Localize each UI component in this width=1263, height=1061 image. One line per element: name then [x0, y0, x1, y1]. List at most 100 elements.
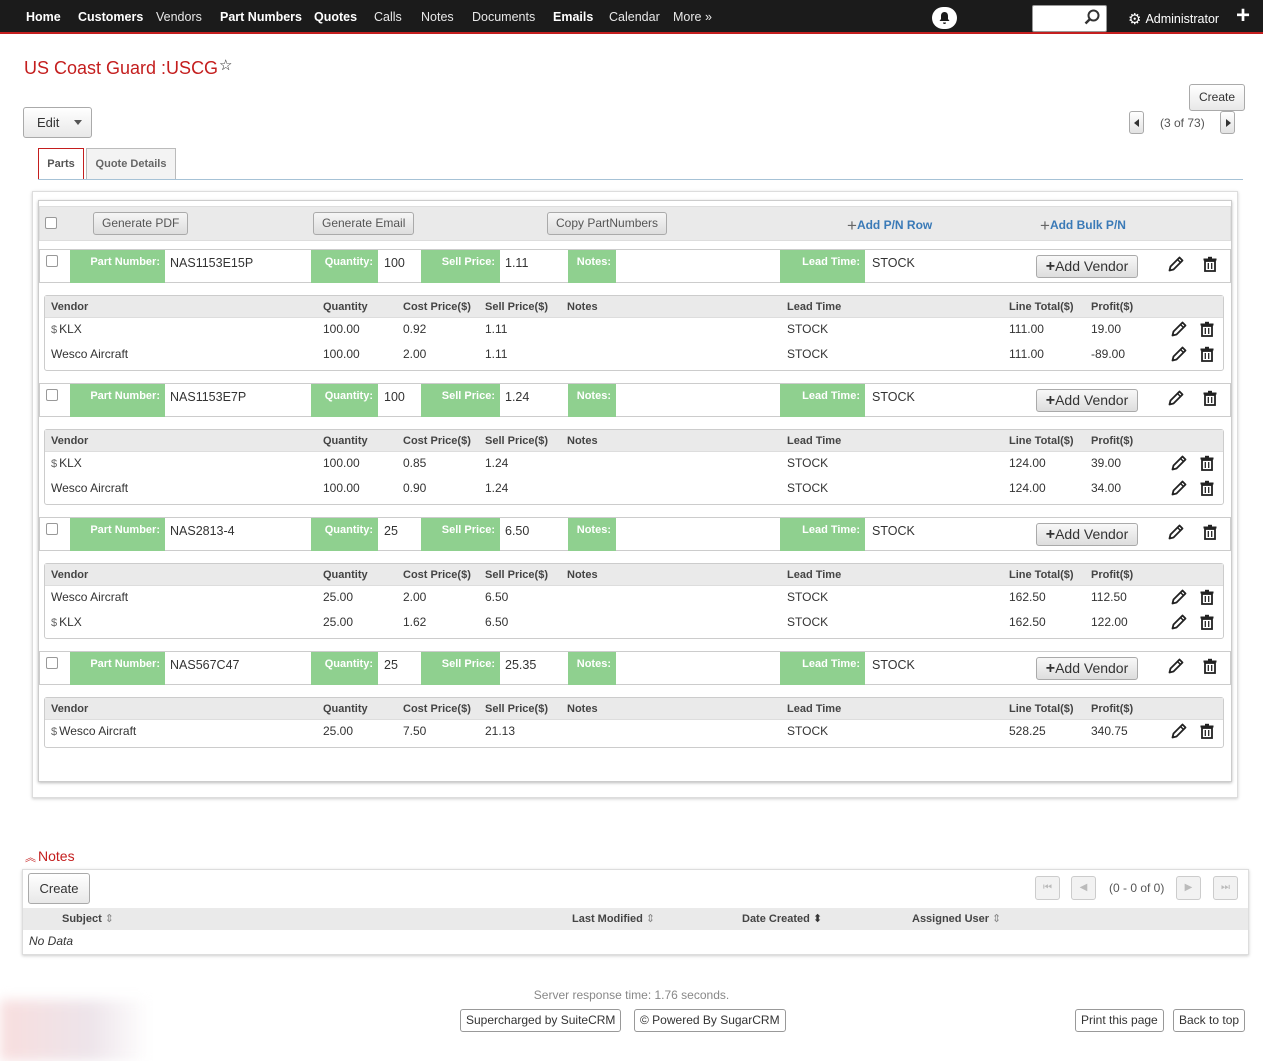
notes-create-button[interactable]: Create	[28, 873, 90, 904]
column-subject[interactable]: Subject ⇕	[62, 912, 114, 925]
edit-pencil-icon[interactable]	[1168, 524, 1184, 540]
nav-vendors[interactable]: Vendors	[156, 10, 202, 24]
edit-pencil-icon[interactable]	[1171, 346, 1187, 362]
nav-quotes[interactable]: Quotes	[314, 10, 357, 24]
edit-pencil-icon[interactable]	[1171, 589, 1187, 605]
nav-calls[interactable]: Calls	[374, 10, 402, 24]
first-page-button[interactable]: ⏮	[1035, 876, 1060, 900]
vendor-col-header: Lead Time	[787, 435, 842, 447]
nav-part-numbers[interactable]: Part Numbers	[220, 10, 302, 24]
add-vendor-button[interactable]: +Add Vendor	[1036, 523, 1138, 546]
nav-calendar[interactable]: Calendar	[609, 10, 660, 24]
edit-pencil-icon[interactable]	[1171, 321, 1187, 337]
part-row-checkbox[interactable]	[46, 389, 58, 401]
delete-trash-icon[interactable]	[1199, 480, 1215, 496]
add-bulk-pn-link[interactable]: +Add Bulk P/N	[1040, 216, 1126, 236]
column-last-modified[interactable]: Last Modified ⇕	[572, 912, 655, 925]
edit-pencil-icon[interactable]	[1168, 658, 1184, 674]
last-page-button[interactable]: ⏭	[1213, 876, 1238, 900]
quick-create-plus-icon[interactable]: +	[1236, 4, 1250, 28]
favorite-star-icon[interactable]: ☆	[219, 56, 232, 74]
generate-pdf-button[interactable]: Generate PDF	[93, 212, 189, 235]
search-icon[interactable]	[1084, 9, 1100, 29]
previous-record-button[interactable]	[1129, 111, 1144, 134]
user-menu[interactable]: ⚙ Administrator	[1128, 10, 1219, 28]
select-all-checkbox[interactable]	[45, 217, 57, 229]
nav-emails[interactable]: Emails	[553, 10, 593, 24]
vendor-cell-lead-time: STOCK	[787, 347, 828, 361]
vendor-col-header: Lead Time	[787, 569, 842, 581]
add-vendor-button[interactable]: +Add Vendor	[1036, 255, 1138, 278]
column-assigned-user[interactable]: Assigned User ⇕	[912, 912, 1001, 925]
vendor-lead-time-text: STOCK	[787, 322, 829, 336]
next-record-button[interactable]	[1220, 111, 1235, 134]
part-part-number-value: NAS1153E15P	[170, 256, 254, 270]
vendor-col-header: Lead Time	[787, 703, 842, 715]
edit-pencil-icon[interactable]	[1171, 455, 1187, 471]
vendor-col-header: Cost Price($)	[403, 435, 471, 447]
edit-pencil-icon[interactable]	[1168, 390, 1184, 406]
nav-more[interactable]: More »	[673, 10, 712, 24]
part-row-checkbox[interactable]	[46, 523, 58, 535]
delete-trash-icon[interactable]	[1202, 524, 1218, 540]
delete-trash-icon[interactable]	[1199, 614, 1215, 630]
vendor-line-total-text: 124.00	[1009, 481, 1046, 495]
edit-pencil-icon[interactable]	[1171, 480, 1187, 496]
nav-documents[interactable]: Documents	[472, 10, 535, 24]
delete-trash-icon[interactable]	[1199, 723, 1215, 739]
edit-pencil-icon[interactable]	[1168, 256, 1184, 272]
vendor-cell-lead-time: STOCK	[787, 590, 828, 604]
suitecrm-link[interactable]: Supercharged by SuiteCRM	[460, 1009, 622, 1032]
delete-trash-icon[interactable]	[1199, 346, 1215, 362]
vendor-cell-line-total: 162.50	[1009, 615, 1046, 629]
next-page-button[interactable]: ▶	[1176, 876, 1201, 900]
part-quantity-value: 100	[384, 256, 405, 270]
vendor-col-header: Profit($)	[1091, 301, 1134, 313]
tab-quote-details[interactable]: Quote Details	[86, 148, 176, 180]
copy-partnumbers-button[interactable]: Copy PartNumbers	[547, 212, 668, 235]
sort-icon: ⇕	[645, 913, 656, 925]
add-vendor-button[interactable]: +Add Vendor	[1036, 389, 1138, 412]
blurred-logo	[0, 1000, 150, 1061]
plus-icon: +	[1040, 216, 1050, 235]
print-page-button[interactable]: Print this page	[1075, 1009, 1164, 1032]
delete-trash-icon[interactable]	[1199, 455, 1215, 471]
search-input[interactable]	[1032, 5, 1107, 32]
vendor-cell-quantity: 25.00	[323, 590, 353, 604]
nav-customers[interactable]: Customers	[78, 10, 143, 24]
part-row-checkbox[interactable]	[46, 255, 58, 267]
nav-notes[interactable]: Notes	[421, 10, 454, 24]
delete-trash-icon[interactable]	[1199, 589, 1215, 605]
vendor-col-header: Quantity	[323, 301, 368, 313]
part-row-checkbox[interactable]	[46, 657, 58, 669]
vendor-vendor-text: KLX	[59, 615, 82, 629]
nav-home[interactable]: Home	[26, 10, 61, 24]
notification-bell-icon[interactable]	[932, 7, 957, 29]
generate-email-button[interactable]: Generate Email	[313, 212, 415, 235]
edit-pencil-icon[interactable]	[1171, 614, 1187, 630]
vendor-lead-time-text: STOCK	[787, 481, 829, 495]
delete-trash-icon[interactable]	[1202, 256, 1218, 272]
vendor-cell-sell: 6.50	[485, 615, 508, 629]
sugarcrm-link[interactable]: © Powered By SugarCRM	[634, 1009, 786, 1032]
delete-trash-icon[interactable]	[1199, 321, 1215, 337]
vendor-cell-lead-time: STOCK	[787, 481, 828, 495]
vendor-cell-line-total: 162.50	[1009, 590, 1046, 604]
column-date-created[interactable]: Date Created ⬍	[742, 912, 822, 925]
add-pn-row-link[interactable]: +Add P/N Row	[847, 216, 932, 236]
vendor-cell-cost: 7.50	[403, 724, 426, 738]
prev-page-button[interactable]: ◀	[1071, 876, 1096, 900]
vendor-line-total-text: 111.00	[1009, 322, 1044, 336]
edit-button[interactable]: Edit	[23, 107, 92, 138]
vendor-sell-text: 1.11	[485, 322, 508, 336]
back-to-top-button[interactable]: Back to top	[1173, 1009, 1246, 1032]
edit-pencil-icon[interactable]	[1171, 723, 1187, 739]
vendor-cell-cost: 2.00	[403, 590, 426, 604]
vendor-cell-line-total: 111.00	[1009, 322, 1044, 336]
add-vendor-button[interactable]: +Add Vendor	[1036, 657, 1138, 680]
delete-trash-icon[interactable]	[1202, 390, 1218, 406]
tab-parts[interactable]: Parts	[38, 148, 84, 180]
delete-trash-icon[interactable]	[1202, 658, 1218, 674]
notes-subpanel-toggle[interactable]: ︽ Notes	[25, 848, 75, 865]
create-button[interactable]: Create	[1189, 84, 1245, 111]
